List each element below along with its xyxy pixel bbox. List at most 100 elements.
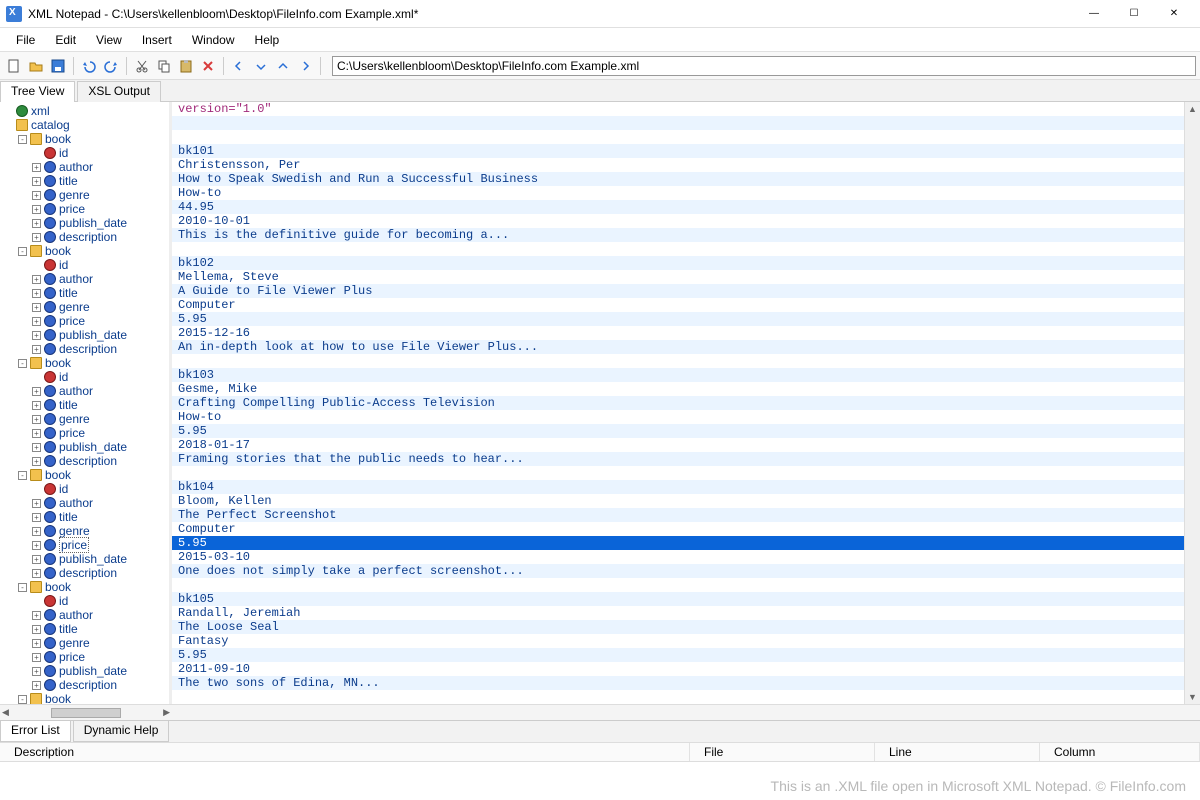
value-cell[interactable]: An in-depth look at how to use File View… bbox=[172, 340, 1184, 354]
maximize-button[interactable]: ☐ bbox=[1114, 0, 1154, 28]
toggle-icon[interactable]: + bbox=[32, 639, 41, 648]
scroll-down-icon[interactable]: ▼ bbox=[1188, 692, 1197, 702]
tree-node-id[interactable]: id bbox=[0, 370, 169, 384]
toggle-icon[interactable]: + bbox=[32, 429, 41, 438]
value-cell[interactable]: Christensson, Per bbox=[172, 158, 1184, 172]
tree-node-description[interactable]: +description bbox=[0, 230, 169, 244]
toggle-icon[interactable]: + bbox=[32, 219, 41, 228]
value-cell[interactable]: How-to bbox=[172, 410, 1184, 424]
value-cell[interactable] bbox=[172, 116, 1184, 130]
value-cell[interactable]: 5.95 bbox=[172, 424, 1184, 438]
tree-node-price[interactable]: +price bbox=[0, 426, 169, 440]
tree-node-price[interactable]: +price bbox=[0, 650, 169, 664]
vertical-scrollbar[interactable]: ▲ ▼ bbox=[1184, 102, 1200, 704]
tree-node-id[interactable]: id bbox=[0, 482, 169, 496]
menu-view[interactable]: View bbox=[86, 31, 132, 49]
delete-icon[interactable] bbox=[198, 56, 218, 76]
paste-icon[interactable] bbox=[176, 56, 196, 76]
value-cell[interactable]: 44.95 bbox=[172, 200, 1184, 214]
scroll-up-icon[interactable]: ▲ bbox=[1188, 104, 1197, 114]
tree-node-author[interactable]: +author bbox=[0, 496, 169, 510]
value-cell[interactable] bbox=[172, 354, 1184, 368]
nudge-down-icon[interactable] bbox=[251, 56, 271, 76]
toggle-icon[interactable]: + bbox=[32, 681, 41, 690]
toggle-icon[interactable]: + bbox=[32, 457, 41, 466]
toggle-icon[interactable]: - bbox=[18, 471, 27, 480]
toggle-icon[interactable]: + bbox=[32, 275, 41, 284]
value-cell[interactable]: Computer bbox=[172, 298, 1184, 312]
value-cell[interactable]: The Perfect Screenshot bbox=[172, 508, 1184, 522]
value-cell[interactable]: Computer bbox=[172, 522, 1184, 536]
toggle-icon[interactable]: + bbox=[32, 331, 41, 340]
scroll-right-icon[interactable]: ▶ bbox=[163, 707, 170, 718]
menu-window[interactable]: Window bbox=[182, 31, 245, 49]
value-cell[interactable]: This is the definitive guide for becomin… bbox=[172, 228, 1184, 242]
tree-node-catalog[interactable]: catalog bbox=[0, 118, 169, 132]
value-cell[interactable]: 2015-12-16 bbox=[172, 326, 1184, 340]
value-cell[interactable]: Crafting Compelling Public-Access Televi… bbox=[172, 396, 1184, 410]
toggle-icon[interactable]: + bbox=[32, 527, 41, 536]
menu-help[interactable]: Help bbox=[245, 31, 290, 49]
toggle-icon[interactable]: + bbox=[32, 177, 41, 186]
value-cell[interactable]: A Guide to File Viewer Plus bbox=[172, 284, 1184, 298]
value-cell[interactable]: 5.95 bbox=[172, 536, 1184, 550]
col-line[interactable]: Line bbox=[875, 743, 1040, 761]
tree-node-author[interactable]: +author bbox=[0, 160, 169, 174]
tree-node-publish_date[interactable]: +publish_date bbox=[0, 216, 169, 230]
value-cell[interactable]: The Loose Seal bbox=[172, 620, 1184, 634]
col-description[interactable]: Description bbox=[0, 743, 690, 761]
tree-node-author[interactable]: +author bbox=[0, 384, 169, 398]
tree-node-title[interactable]: +title bbox=[0, 286, 169, 300]
tree-node-genre[interactable]: +genre bbox=[0, 412, 169, 426]
menu-edit[interactable]: Edit bbox=[45, 31, 86, 49]
value-cell[interactable]: bk104 bbox=[172, 480, 1184, 494]
toggle-icon[interactable]: + bbox=[32, 205, 41, 214]
tree-node-id[interactable]: id bbox=[0, 146, 169, 160]
tree-node-title[interactable]: +title bbox=[0, 174, 169, 188]
tree-node-genre[interactable]: +genre bbox=[0, 300, 169, 314]
tree-node-author[interactable]: +author bbox=[0, 608, 169, 622]
redo-icon[interactable] bbox=[101, 56, 121, 76]
address-input[interactable] bbox=[332, 56, 1196, 76]
toggle-icon[interactable]: + bbox=[32, 499, 41, 508]
toggle-icon[interactable]: + bbox=[32, 667, 41, 676]
value-panel[interactable]: version="1.0"bk101Christensson, PerHow t… bbox=[172, 102, 1184, 704]
tab-dynamic-help[interactable]: Dynamic Help bbox=[73, 721, 170, 742]
minimize-button[interactable]: — bbox=[1074, 0, 1114, 28]
tab-xsl-output[interactable]: XSL Output bbox=[77, 81, 161, 102]
value-cell[interactable] bbox=[172, 466, 1184, 480]
toggle-icon[interactable]: + bbox=[32, 289, 41, 298]
toggle-icon[interactable]: + bbox=[32, 443, 41, 452]
value-cell[interactable]: Gesme, Mike bbox=[172, 382, 1184, 396]
tree-node-publish_date[interactable]: +publish_date bbox=[0, 552, 169, 566]
value-cell[interactable]: Mellema, Steve bbox=[172, 270, 1184, 284]
value-cell[interactable]: version="1.0" bbox=[172, 102, 1184, 116]
toggle-icon[interactable]: + bbox=[32, 653, 41, 662]
open-file-icon[interactable] bbox=[26, 56, 46, 76]
undo-icon[interactable] bbox=[79, 56, 99, 76]
toggle-icon[interactable]: + bbox=[32, 513, 41, 522]
close-button[interactable]: ✕ bbox=[1154, 0, 1194, 28]
toggle-icon[interactable]: + bbox=[32, 625, 41, 634]
toggle-icon[interactable]: - bbox=[18, 247, 27, 256]
menu-file[interactable]: File bbox=[6, 31, 45, 49]
tree-node-publish_date[interactable]: +publish_date bbox=[0, 664, 169, 678]
value-cell[interactable]: The two sons of Edina, MN... bbox=[172, 676, 1184, 690]
toggle-icon[interactable]: + bbox=[32, 303, 41, 312]
tree-node-price[interactable]: +price bbox=[0, 314, 169, 328]
col-column[interactable]: Column bbox=[1040, 743, 1200, 761]
value-cell[interactable]: bk102 bbox=[172, 256, 1184, 270]
value-cell[interactable] bbox=[172, 578, 1184, 592]
tree-node-description[interactable]: +description bbox=[0, 678, 169, 692]
tree-node-author[interactable]: +author bbox=[0, 272, 169, 286]
toggle-icon[interactable]: + bbox=[32, 401, 41, 410]
toggle-icon[interactable]: + bbox=[32, 345, 41, 354]
nudge-right-icon[interactable] bbox=[295, 56, 315, 76]
toggle-icon[interactable]: - bbox=[18, 695, 27, 704]
toggle-icon[interactable]: + bbox=[32, 191, 41, 200]
tab-error-list[interactable]: Error List bbox=[0, 721, 71, 742]
tree-node-book[interactable]: -book bbox=[0, 468, 169, 482]
value-cell[interactable]: Randall, Jeremiah bbox=[172, 606, 1184, 620]
value-cell[interactable]: Bloom, Kellen bbox=[172, 494, 1184, 508]
toggle-icon[interactable]: + bbox=[32, 163, 41, 172]
